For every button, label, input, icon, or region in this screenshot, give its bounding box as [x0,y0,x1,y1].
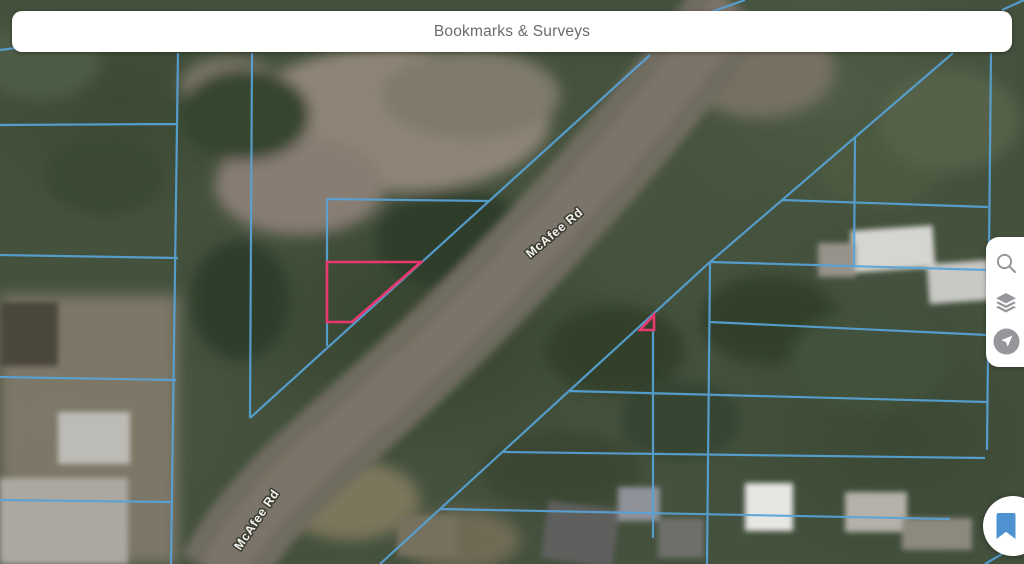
map-controls [986,237,1024,367]
search-icon [996,253,1016,273]
map-view[interactable]: McAfee Rd McAfee Rd Bookmarks & Surveys [0,0,1024,564]
bookmarks-surveys-bar[interactable]: Bookmarks & Surveys [12,11,1012,52]
layers-icon [996,293,1016,313]
locate-button[interactable] [986,324,1024,358]
map-canvas: McAfee Rd McAfee Rd [0,0,1024,564]
layers-button[interactable] [986,285,1024,319]
bookmarks-surveys-title: Bookmarks & Surveys [433,22,591,40]
bookmark-icon [996,512,1016,539]
search-button[interactable] [986,246,1024,280]
locate-icon [993,328,1019,354]
